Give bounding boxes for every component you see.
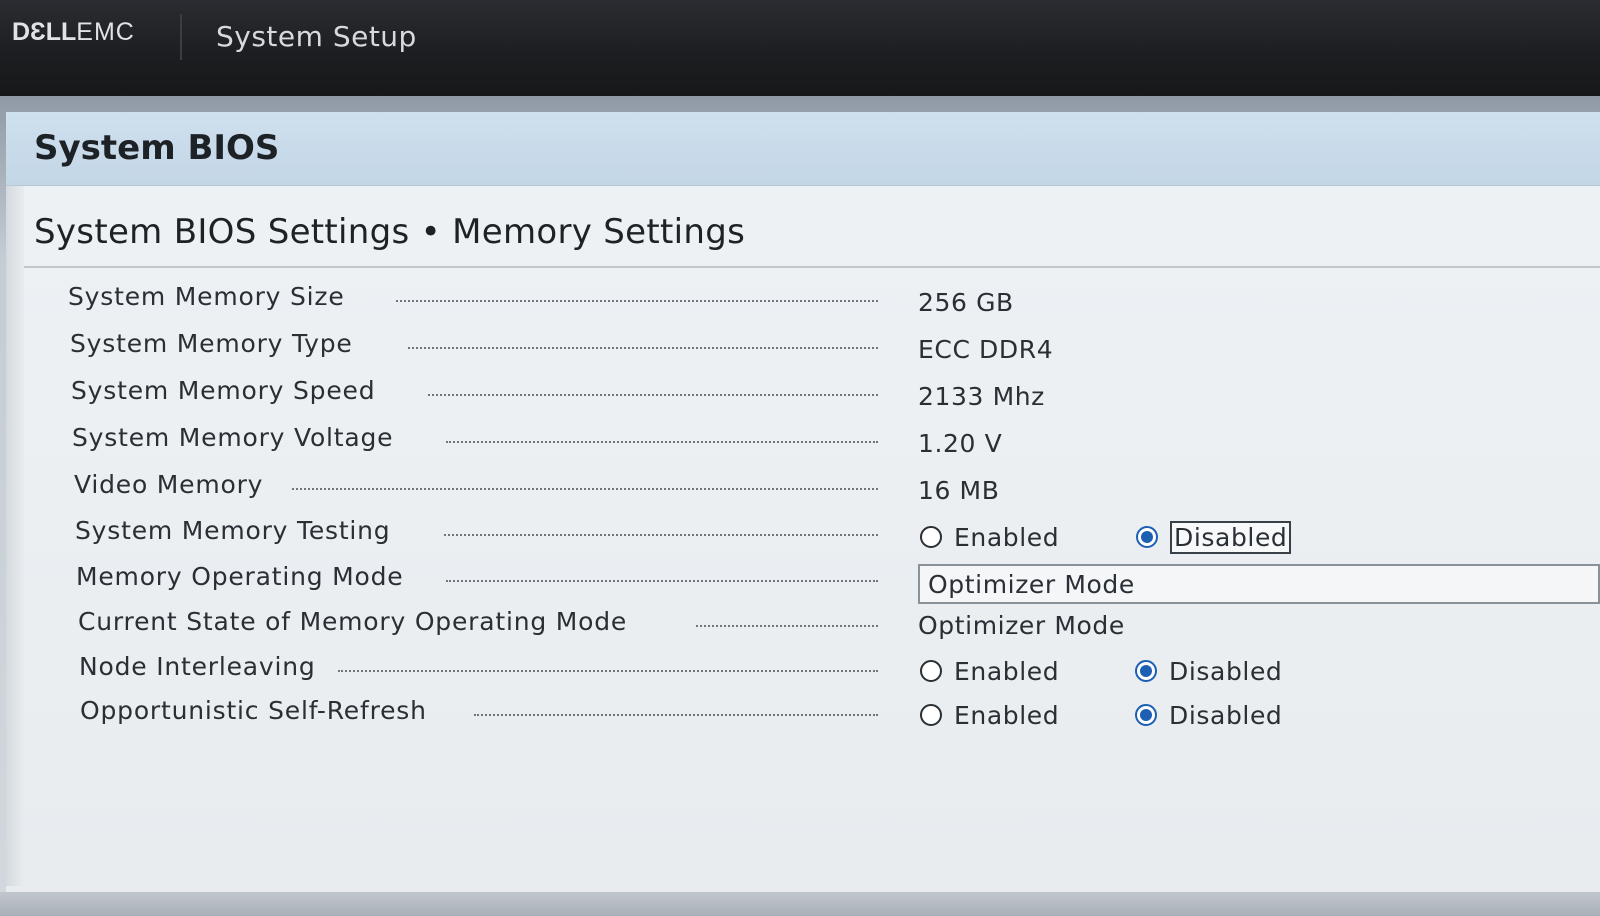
dotted-leader (696, 625, 878, 627)
radio-disabled[interactable]: Disabled (1136, 520, 1292, 554)
setting-row-system-memory-speed: System Memory Speed 2133 Mhz (0, 376, 1560, 416)
radio-enabled[interactable]: Enabled (920, 654, 1059, 688)
radio-off-icon (920, 660, 942, 682)
radio-label: Enabled (954, 522, 1060, 552)
dell-emc-logo: DƐLLEMC (12, 18, 135, 46)
radio-off-icon (920, 526, 942, 548)
radio-label: Enabled (954, 700, 1060, 730)
memory-operating-mode-select[interactable]: Optimizer Mode (918, 564, 1600, 604)
brand-divider (180, 14, 182, 60)
radio-label: Disabled (1169, 656, 1283, 686)
radio-on-icon (1135, 660, 1157, 682)
title-divider (20, 266, 1600, 268)
radio-disabled[interactable]: Disabled (1135, 698, 1282, 732)
setting-value: 256 GB (918, 288, 1014, 317)
radio-off-icon (920, 704, 942, 726)
top-bar: DƐLLEMC System Setup (0, 0, 1600, 96)
section-title: System BIOS (34, 128, 280, 168)
setting-row-system-memory-type: System Memory Type ECC DDR4 (0, 329, 1560, 369)
setting-row-system-memory-testing: System Memory Testing Enabled Disabled (0, 516, 1560, 556)
setting-label: Memory Operating Mode (76, 562, 404, 591)
setting-row-current-state-memory-operating-mode: Current State of Memory Operating Mode O… (0, 607, 1560, 647)
radio-on-icon (1135, 704, 1157, 726)
setting-value: ECC DDR4 (918, 335, 1054, 364)
setting-row-opportunistic-self-refresh: Opportunistic Self-Refresh Enabled Disab… (0, 696, 1560, 736)
setting-value: 16 MB (918, 476, 1000, 505)
setting-row-system-memory-voltage: System Memory Voltage 1.20 V (0, 423, 1560, 463)
radio-label: Disabled (1169, 700, 1283, 730)
bottom-bar (0, 892, 1600, 916)
setting-label: Current State of Memory Operating Mode (78, 607, 628, 636)
setting-label: System Memory Speed (71, 376, 376, 405)
setting-label: System Memory Testing (75, 516, 391, 545)
setting-row-video-memory: Video Memory 16 MB (0, 470, 1560, 510)
setting-label: System Memory Size (68, 282, 345, 311)
setting-label: Node Interleaving (79, 652, 316, 681)
radio-enabled[interactable]: Enabled (920, 698, 1059, 732)
setting-value: Optimizer Mode (918, 611, 1125, 640)
radio-label: Disabled (1170, 520, 1292, 554)
setting-label: Opportunistic Self-Refresh (80, 696, 427, 725)
dotted-leader (444, 534, 878, 536)
dotted-leader (408, 347, 878, 349)
dotted-leader (338, 670, 878, 672)
dotted-leader (428, 394, 878, 396)
app-title: System Setup (216, 20, 417, 53)
setting-value: 2133 Mhz (918, 382, 1045, 411)
radio-on-icon (1136, 526, 1158, 548)
radio-enabled[interactable]: Enabled (920, 520, 1059, 554)
dotted-leader (446, 441, 878, 443)
setting-label: System Memory Type (70, 329, 353, 358)
setting-label: Video Memory (74, 470, 264, 499)
radio-disabled[interactable]: Disabled (1135, 654, 1282, 688)
setting-row-system-memory-size: System Memory Size 256 GB (0, 282, 1560, 322)
dotted-leader (292, 488, 878, 490)
radio-label: Enabled (954, 656, 1060, 686)
dotted-leader (396, 300, 878, 302)
setting-label: System Memory Voltage (72, 423, 394, 452)
setting-row-memory-operating-mode: Memory Operating Mode Optimizer Mode (0, 562, 1600, 604)
dotted-leader (446, 580, 878, 582)
setting-row-node-interleaving: Node Interleaving Enabled Disabled (0, 652, 1560, 692)
dotted-leader (474, 714, 878, 716)
setting-value: 1.20 V (918, 429, 1003, 458)
page-title: System BIOS Settings • Memory Settings (34, 212, 746, 252)
